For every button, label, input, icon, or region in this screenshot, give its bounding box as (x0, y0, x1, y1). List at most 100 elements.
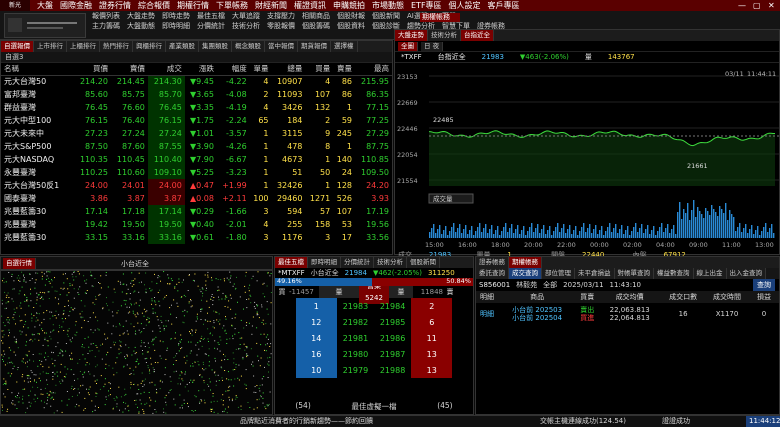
table-row[interactable]: 兆豐藍籌30 33.15 33.16 33.16 ▼0.61 -1.80 3 1176 3 17 3… (1, 231, 392, 244)
tab[interactable]: 上櫃排行 (67, 41, 100, 52)
date-field[interactable]: 2025/03/11 (563, 279, 603, 291)
query-button[interactable]: 查詢 (753, 279, 775, 291)
tab[interactable]: 選擇權 (331, 41, 358, 52)
table-row[interactable]: 元大NASDAQ 110.35 110.45 110.40 ▼7.90 -6.67 1 467… (1, 153, 392, 166)
col-header[interactable]: 買量 (305, 63, 334, 76)
tab[interactable]: 期貨報價 (298, 41, 331, 52)
menu-item[interactable]: 市場動態 (372, 0, 404, 11)
tb-button[interactable]: 個股財報 (337, 12, 365, 21)
menu-item[interactable]: 證券行情 (99, 0, 131, 11)
book-row[interactable]: 10 21979 21988 13 (275, 362, 473, 378)
col-header[interactable]: 成交時間 (705, 291, 749, 303)
subtab[interactable]: 對帳單查詢 (614, 268, 654, 279)
col-header[interactable]: 賣量 (333, 63, 356, 76)
subtab[interactable]: 未平倉損益 (575, 268, 615, 279)
col-header[interactable]: 最高 (355, 63, 392, 76)
news-ticker[interactable]: 品牌點近消費者的行銷新趨勢——節約回饋 (240, 416, 373, 427)
tb-button[interactable]: 大單追蹤 (232, 12, 260, 21)
tab[interactable]: 產業類股 (166, 41, 199, 52)
table-row[interactable]: 兆豐藍籌30 17.14 17.18 17.14 ▼0.29 -1.66 3 594 57 107… (1, 205, 392, 218)
subtab-fills[interactable]: 成交查詢 (509, 268, 542, 279)
col-header[interactable]: 明細 (476, 291, 498, 303)
tb-button[interactable]: 報價列表 (92, 12, 120, 21)
subtab[interactable]: 出入金查詢 (726, 268, 766, 279)
minimize-button[interactable]: — (738, 0, 746, 11)
menu-item[interactable]: 權證資訊 (294, 0, 326, 11)
table-row[interactable]: 明細 小台前 202503 小台前 202504 賣出 買進 22,063.813 2… (476, 303, 779, 325)
col-header[interactable]: 損益 (749, 291, 779, 303)
detail-link[interactable]: 明細 (476, 303, 498, 325)
tab-futures-account[interactable]: 期權帳務 (509, 257, 542, 268)
col-header[interactable]: 買賣 (576, 291, 598, 303)
menu-item[interactable]: 財經新聞 (255, 0, 287, 11)
tab-market-trend[interactable]: 大盤走勢 (395, 30, 428, 41)
filter-select[interactable]: 全部 (543, 279, 557, 291)
subtab[interactable]: 線上出金 (693, 268, 727, 279)
close-button[interactable]: ✕ (768, 0, 775, 11)
tb-button[interactable]: 分價統計 (197, 22, 225, 31)
tab[interactable]: 分價統計 (341, 257, 374, 268)
col-header[interactable]: 成交均價 (598, 291, 661, 303)
table-row[interactable]: 國泰臺灣 3.86 3.87 3.87 ▲0.08 +2.11 100 29460 1271 52… (1, 192, 392, 205)
tb-button[interactable]: 即時走勢 (162, 12, 190, 21)
col-header[interactable]: 單量 (249, 63, 272, 76)
table-row[interactable]: 元大未來中 27.23 27.24 27.24 ▼1.01 -3.57 1 3115 9 245 2… (1, 127, 392, 140)
table-row[interactable]: 永豐臺灣 110.25 110.60 109.10 ▼5.25 -3.23 1 51 50 24 1… (1, 166, 392, 179)
tab-stock-account[interactable]: 證券帳務 (476, 257, 509, 268)
tab-full[interactable]: 全圖 (398, 41, 418, 51)
menu-item[interactable]: 申購競拍 (333, 0, 365, 11)
tab[interactable]: 概念類股 (232, 41, 265, 52)
subtab[interactable]: 委託查詢 (476, 268, 509, 279)
col-header[interactable]: 總量 (271, 63, 306, 76)
col-header[interactable]: 漲跌 (184, 63, 217, 76)
tb-button[interactable]: 主力籌碼 (92, 22, 120, 31)
tab-watch[interactable]: 自選行情 (3, 258, 36, 269)
table-row[interactable]: 元大台灣50 214.20 214.45 214.30 ▼9.45 -4.22 4 10907… (1, 75, 392, 88)
group-selector[interactable]: 自選3 (5, 53, 23, 61)
tb-button[interactable]: 零股報價 (267, 22, 295, 31)
tb-button[interactable]: 技術分析 (232, 22, 260, 31)
tb-button[interactable]: 個股新聞 (372, 12, 400, 21)
menu-item[interactable]: 個人設定 (449, 0, 481, 11)
tab-daynight[interactable]: 日 夜 (421, 41, 444, 51)
tab[interactable]: 上市排行 (34, 41, 67, 52)
menu-item[interactable]: 客戶專區 (488, 0, 520, 11)
menu-item[interactable]: 大盤 (37, 0, 53, 11)
col-header[interactable]: 賣價 (110, 63, 148, 76)
table-row[interactable]: 兆豐臺灣 19.42 19.50 19.50 ▼0.40 -2.01 4 255 158 53 19… (1, 218, 392, 231)
tb-button[interactable]: 大盤動態 (127, 22, 155, 31)
foot-mid[interactable]: 最佳虛擬一檔 (351, 401, 396, 412)
table-row[interactable]: 群益臺灣 76.45 76.60 76.45 ▼3.35 -4.19 4 3426 132 1 77… (1, 101, 392, 114)
table-row[interactable]: 富邦臺灣 85.60 85.75 85.70 ▼3.65 -4.08 2 11093 107 86… (1, 88, 392, 101)
menu-item[interactable]: 期權行情 (177, 0, 209, 11)
time-field[interactable]: 11:43:10 (610, 279, 641, 291)
tab[interactable]: 當中報價 (265, 41, 298, 52)
col-header[interactable]: 商品 (498, 291, 576, 303)
tb-button[interactable]: 即時明細 (162, 22, 190, 31)
tab-best5[interactable]: 最佳五檔 (275, 257, 308, 268)
col-header[interactable]: 名稱 (1, 63, 75, 76)
menu-item[interactable]: ETF專區 (411, 0, 442, 11)
tab[interactable]: 個股新聞 (407, 257, 440, 268)
col-header[interactable]: 成交 (147, 63, 185, 76)
tab[interactable]: 技術分析 (374, 257, 407, 268)
tab[interactable]: 集團類股 (199, 41, 232, 52)
maximize-button[interactable]: ▢ (753, 0, 761, 11)
subtab[interactable]: 權益數查詢 (654, 268, 694, 279)
menu-item[interactable]: 綜合報價 (138, 0, 170, 11)
tab-technical[interactable]: 技術分析 (428, 30, 461, 41)
menu-item[interactable]: 下單帳務 (216, 0, 248, 11)
account-select[interactable]: S856001 (479, 279, 510, 291)
col-header[interactable]: 買價 (74, 63, 111, 76)
tab[interactable]: 熱門排行 (100, 41, 133, 52)
tb-button[interactable]: 大盤走勢 (127, 12, 155, 21)
subtab[interactable]: 部位管理 (542, 268, 575, 279)
menu-item[interactable]: 國際金融 (60, 0, 92, 11)
col-header[interactable]: 幅度 (216, 63, 250, 76)
tab-quote-list[interactable]: 自選報價 (1, 41, 34, 52)
tb-button[interactable]: 相關商品 (302, 12, 330, 21)
table-row[interactable]: 元大中型100 76.15 76.40 76.15 ▼1.75 -2.24 65 184 2 59… (1, 114, 392, 127)
intraday-chart[interactable]: 2315322669224462205421554224852166103/11… (395, 66, 779, 249)
table-row[interactable]: 元大S&P500 87.50 87.60 87.55 ▼3.90 -4.26 1 478 8 1 8… (1, 140, 392, 153)
book-row[interactable]: 16 21980 21987 13 (275, 346, 473, 362)
